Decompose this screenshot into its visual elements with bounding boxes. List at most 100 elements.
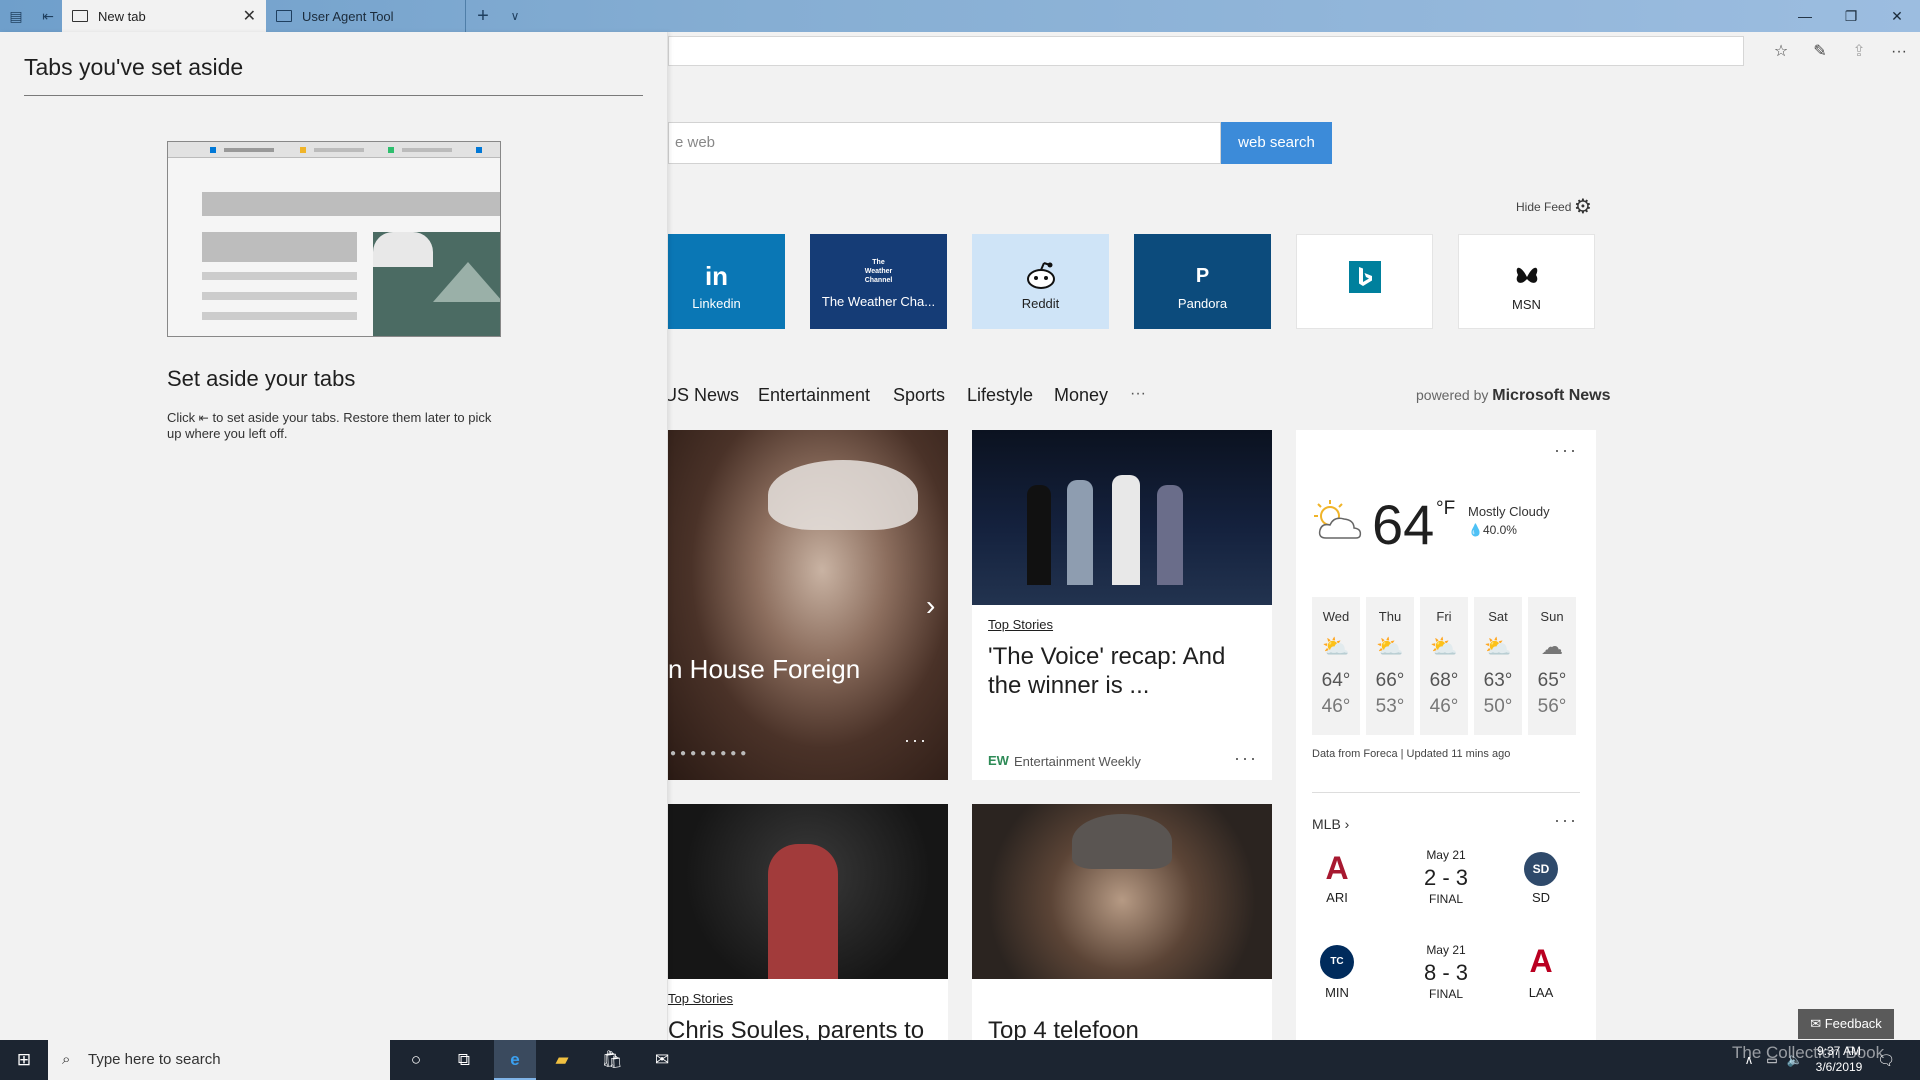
gear-icon[interactable]: ⚙ xyxy=(1574,194,1592,219)
share-icon[interactable]: ⇪ xyxy=(1847,40,1871,64)
person-silhouette xyxy=(1027,485,1051,585)
more-options-icon[interactable]: ··· xyxy=(1554,440,1578,461)
next-slide-icon[interactable]: › xyxy=(926,590,935,622)
chevron-down-icon[interactable]: ∨ xyxy=(505,6,525,26)
web-search-input[interactable]: e web xyxy=(668,122,1221,164)
carousel-indicator[interactable]: ●●●●●●●● xyxy=(670,748,750,759)
msn-butterfly-icon xyxy=(1459,261,1594,293)
more-options-icon[interactable]: ··· xyxy=(1234,748,1258,769)
more-menu-icon[interactable]: ··· xyxy=(1887,40,1911,64)
tile-linkedin[interactable]: in Linkedin xyxy=(648,234,785,329)
new-tab-icon[interactable]: + xyxy=(473,6,493,26)
forecast-high: 65° xyxy=(1537,670,1567,691)
home-team: SD xyxy=(1531,890,1551,905)
restore-button[interactable]: ❐ xyxy=(1828,0,1874,32)
mlb-game[interactable]: A ARI May 21 2 - 3 FINAL SD SD xyxy=(1312,840,1580,930)
tile-weather-channel[interactable]: The Weather Channel The Weather Cha... xyxy=(810,234,947,329)
weather-card[interactable]: ··· 64 °F Mostly Cloudy 💧40.0% Wed ⛅ 64°… xyxy=(1296,430,1596,1040)
illus-bar xyxy=(224,148,274,152)
illus-image xyxy=(373,232,500,336)
forecast-high: 68° xyxy=(1429,670,1459,691)
tile-bing[interactable] xyxy=(1296,234,1433,329)
voice-photo xyxy=(972,430,1272,605)
story-tag[interactable]: Top Stories xyxy=(988,617,1053,632)
forecast-low: 46° xyxy=(1321,696,1351,717)
taskbar-search-input[interactable]: ⌕ Type here to search xyxy=(48,1040,390,1080)
set-aside-inline-icon: ⇤ xyxy=(198,411,209,425)
tile-reddit[interactable]: Reddit xyxy=(972,234,1109,329)
edge-icon[interactable]: e xyxy=(494,1040,536,1080)
task-view-icon[interactable]: ⧉ xyxy=(452,1048,476,1072)
more-options-icon[interactable]: ··· xyxy=(1554,810,1578,831)
tab-new-tab[interactable]: New tab ✕ xyxy=(62,0,266,32)
feedback-button[interactable]: ✉ Feedback xyxy=(1798,1009,1894,1039)
partly-sunny-icon: ⛅ xyxy=(1322,634,1350,659)
forecast-day[interactable]: Sat ⛅ 63° 50° xyxy=(1474,597,1522,735)
microsoft-news-brand[interactable]: Microsoft News xyxy=(1492,387,1610,404)
forecast-low: 56° xyxy=(1537,696,1567,717)
beanie xyxy=(1072,814,1172,869)
tabs-aside-icon[interactable]: ▤ xyxy=(6,6,26,26)
category-lifestyle[interactable]: Lifestyle xyxy=(967,385,1033,406)
close-tab-icon[interactable]: ✕ xyxy=(243,6,256,26)
mail-icon[interactable]: ✉ xyxy=(650,1048,674,1072)
tab-user-agent-tool[interactable]: User Agent Tool xyxy=(266,0,466,32)
set-tabs-aside-icon[interactable]: ⇤ xyxy=(38,6,58,26)
store-icon[interactable]: 🛍 xyxy=(600,1048,624,1072)
twins-logo-icon: TC xyxy=(1320,945,1354,979)
hero-card[interactable]: n House Foreign › ●●●●●●●● ··· xyxy=(668,430,948,780)
category-more[interactable]: ··· xyxy=(1130,385,1146,403)
reddit-alien-icon xyxy=(972,260,1109,292)
forecast-day-name: Sat xyxy=(1488,609,1508,624)
story-card-voice[interactable]: Top Stories 'The Voice' recap: And the w… xyxy=(972,430,1272,780)
story-headline[interactable]: Chris Soules, parents to xyxy=(668,1016,948,1040)
forecast-day[interactable]: Sun ☁ 65° 56° xyxy=(1528,597,1576,735)
category-us-news[interactable]: US News xyxy=(664,385,739,406)
forecast-high: 66° xyxy=(1375,670,1405,691)
forecast-day[interactable]: Fri ⛅ 68° 46° xyxy=(1420,597,1468,735)
minimize-button[interactable]: — xyxy=(1782,0,1828,32)
story-card-dwts[interactable]: Top Stories Chris Soules, parents to xyxy=(668,804,948,1040)
partly-sunny-icon: ⛅ xyxy=(1430,634,1458,659)
cortana-icon[interactable]: ○ xyxy=(404,1048,428,1072)
panel-title: Tabs you've set aside xyxy=(24,54,244,80)
dwts-photo xyxy=(668,804,948,979)
tile-msn[interactable]: MSN xyxy=(1458,234,1595,329)
watermark-text: The Collection Book xyxy=(1732,1043,1885,1062)
favorites-star-icon[interactable]: ☆ xyxy=(1769,40,1793,64)
tile-pandora[interactable]: P Pandora xyxy=(1134,234,1271,329)
desc-part-b: to set aside your tabs. Restore them lat… xyxy=(167,410,492,441)
illus-dot xyxy=(300,147,306,153)
windows-start-icon[interactable]: ⊞ xyxy=(12,1048,36,1072)
forecast-day[interactable]: Wed ⛅ 64° 46° xyxy=(1312,597,1360,735)
forecast-low: 50° xyxy=(1483,696,1513,717)
forecast-day[interactable]: Thu ⛅ 66° 53° xyxy=(1366,597,1414,735)
hero-headline[interactable]: n House Foreign xyxy=(668,655,860,684)
mlb-title[interactable]: MLB › xyxy=(1312,816,1349,832)
web-search-button[interactable]: web search xyxy=(1221,122,1332,164)
file-explorer-icon[interactable]: ▰ xyxy=(550,1048,574,1072)
forecast-low: 46° xyxy=(1429,696,1459,717)
mlb-game[interactable]: TC MIN May 21 8 - 3 FINAL A LAA xyxy=(1312,935,1580,1025)
game-date: May 21 xyxy=(1426,848,1466,862)
story-card-telefoon[interactable]: Top 4 telefoon xyxy=(972,804,1272,1040)
story-headline[interactable]: 'The Voice' recap: And the winner is ... xyxy=(988,642,1263,700)
forecast-high: 63° xyxy=(1483,670,1513,691)
story-headline[interactable]: Top 4 telefoon xyxy=(988,1016,1263,1040)
forecast-day-name: Wed xyxy=(1322,609,1350,624)
temperature-unit[interactable]: °F xyxy=(1436,498,1455,520)
title-bar: ▤ ⇤ New tab ✕ User Agent Tool + ∨ — ❐ ✕ xyxy=(0,0,1920,32)
illus-bar xyxy=(314,148,364,152)
illus-dot xyxy=(388,147,394,153)
category-entertainment[interactable]: Entertainment xyxy=(758,385,870,406)
pen-icon[interactable]: ✎ xyxy=(1808,40,1832,64)
category-money[interactable]: Money xyxy=(1054,385,1108,406)
tab-label: New tab xyxy=(98,8,146,24)
weather-footer: Data from Foreca | Updated 11 mins ago xyxy=(1312,748,1511,760)
hide-feed-link[interactable]: Hide Feed xyxy=(1516,200,1571,214)
story-tag[interactable]: Top Stories xyxy=(668,991,733,1006)
more-options-icon[interactable]: ··· xyxy=(904,730,928,751)
address-bar[interactable] xyxy=(668,36,1744,66)
close-window-button[interactable]: ✕ xyxy=(1874,0,1920,32)
category-sports[interactable]: Sports xyxy=(893,385,945,406)
